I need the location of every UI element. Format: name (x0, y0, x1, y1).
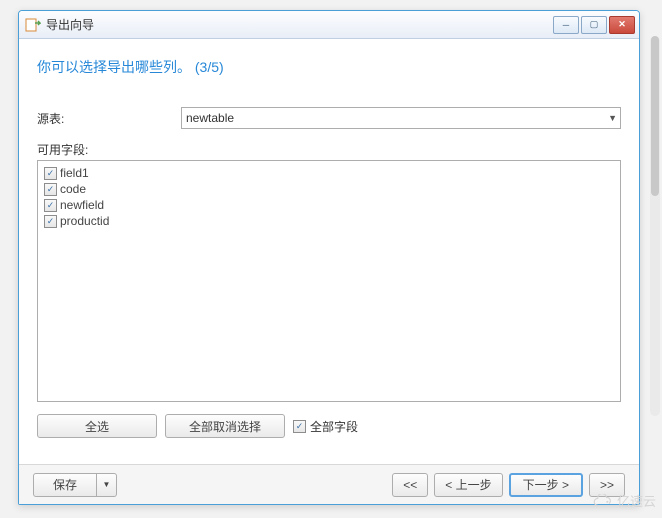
field-name: code (60, 182, 86, 196)
checkbox-icon[interactable]: ✓ (293, 420, 306, 433)
source-select-wrap: ▼ (181, 107, 621, 129)
minimize-button[interactable]: ─ (553, 16, 579, 34)
titlebar[interactable]: 导出向导 ─ ▢ ✕ (19, 11, 639, 39)
content-area: 你可以选择导出哪些列。 (3/5) 源表: ▼ 可用字段: ✓ field1 ✓… (19, 39, 639, 448)
app-icon (25, 17, 41, 33)
cloud-icon (592, 494, 614, 508)
all-fields-label: 全部字段 (310, 418, 358, 435)
fields-listbox[interactable]: ✓ field1 ✓ code ✓ newfield ✓ productid (37, 160, 621, 402)
watermark: 亿速云 (592, 491, 656, 510)
list-item[interactable]: ✓ code (44, 181, 614, 197)
page-scrollbar-thumb[interactable] (651, 36, 659, 196)
select-all-button[interactable]: 全选 (37, 414, 157, 438)
window-title: 导出向导 (46, 16, 553, 33)
save-split-button: 保存 ▼ (33, 473, 117, 497)
list-item[interactable]: ✓ productid (44, 213, 614, 229)
maximize-button[interactable]: ▢ (581, 16, 607, 34)
next-button[interactable]: 下一步 > (509, 473, 583, 497)
checkbox-icon[interactable]: ✓ (44, 183, 57, 196)
window-controls: ─ ▢ ✕ (553, 16, 635, 34)
checkbox-icon[interactable]: ✓ (44, 215, 57, 228)
checkbox-icon[interactable]: ✓ (44, 167, 57, 180)
close-button[interactable]: ✕ (609, 16, 635, 34)
checkbox-icon[interactable]: ✓ (44, 199, 57, 212)
deselect-all-button[interactable]: 全部取消选择 (165, 414, 285, 438)
source-row: 源表: ▼ (37, 107, 621, 129)
prev-button[interactable]: < 上一步 (434, 473, 502, 497)
page-scrollbar[interactable] (650, 36, 660, 416)
save-button[interactable]: 保存 (33, 473, 97, 497)
field-name: newfield (60, 198, 104, 212)
watermark-text: 亿速云 (617, 491, 656, 510)
source-label: 源表: (37, 110, 181, 127)
list-item[interactable]: ✓ newfield (44, 197, 614, 213)
step-indicator: (3/5) (195, 59, 224, 75)
field-name: field1 (60, 166, 89, 180)
field-buttons-row: 全选 全部取消选择 ✓ 全部字段 (37, 414, 621, 438)
heading-text: 你可以选择导出哪些列。 (37, 59, 191, 75)
first-button[interactable]: << (392, 473, 428, 497)
list-item[interactable]: ✓ field1 (44, 165, 614, 181)
field-name: productid (60, 214, 109, 228)
all-fields-checkbox[interactable]: ✓ 全部字段 (293, 418, 358, 435)
wizard-footer: 保存 ▼ << < 上一步 下一步 > >> (19, 464, 639, 504)
save-dropdown-button[interactable]: ▼ (97, 473, 117, 497)
wizard-heading: 你可以选择导出哪些列。 (3/5) (37, 57, 621, 77)
export-wizard-window: 导出向导 ─ ▢ ✕ 你可以选择导出哪些列。 (3/5) 源表: ▼ 可用字段:… (18, 10, 640, 505)
chevron-down-icon: ▼ (103, 480, 111, 489)
fields-label: 可用字段: (37, 141, 621, 158)
source-select[interactable] (181, 107, 621, 129)
